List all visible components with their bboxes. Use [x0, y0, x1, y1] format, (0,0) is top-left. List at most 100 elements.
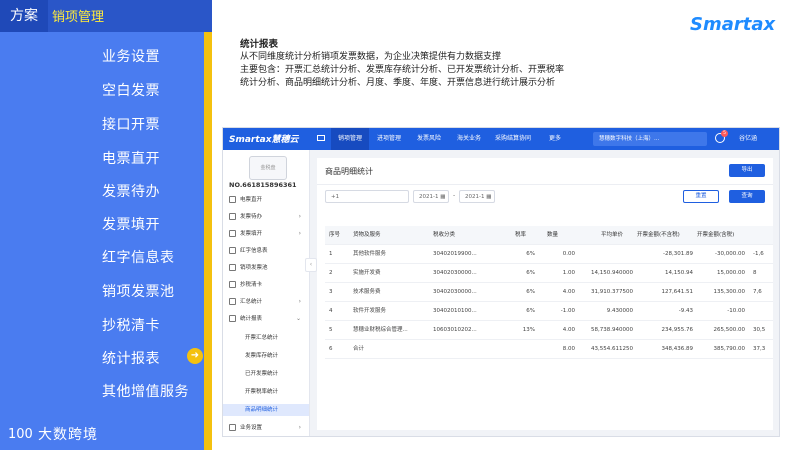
menu-item-e-invoice[interactable]: 电票直开: [102, 148, 160, 168]
chevron-down-icon: ⌄: [295, 315, 301, 322]
chevron-right-icon: ›: [298, 213, 301, 220]
smartax-logo: Smartax: [690, 14, 776, 35]
clock-icon: [229, 281, 236, 288]
table-cell: 1.00: [562, 270, 575, 276]
table-header: 数量: [547, 232, 559, 238]
table-cell: -30,000.00: [715, 251, 745, 257]
table-cell: -9.43: [678, 308, 693, 314]
description-line: 主要包含：开票汇总统计分析、发票库存统计分析、已开发票统计分析、开票税率: [240, 65, 565, 75]
nav-risk[interactable]: 发票风险: [417, 128, 441, 150]
table-cell: 135,300.00: [713, 289, 746, 295]
menu-item-output-pool[interactable]: 销项发票池: [102, 281, 175, 301]
nav-purchase[interactable]: 采购结算协同: [495, 128, 531, 150]
side-item-label: 红字信息表: [240, 248, 268, 254]
sub-item-invoice-summary[interactable]: 开票汇总统计: [245, 332, 307, 344]
side-item-e-invoice[interactable]: 电票直开: [229, 194, 307, 206]
table-header-row: 序号 货物及服务 税收分类 税率 数量 平均单价 开票金额(不含税) 开票金额(…: [325, 226, 773, 245]
table-cell: 30402010100...: [433, 308, 477, 314]
sub-item-product-detail[interactable]: 商品明细统计: [223, 404, 309, 416]
collapse-sidebar-button[interactable]: ‹: [305, 258, 317, 272]
export-button[interactable]: 导出: [729, 164, 765, 177]
side-item-red-info[interactable]: 红字信息表: [229, 245, 307, 257]
side-item-pool[interactable]: 销项发票池: [229, 262, 307, 274]
nav-more[interactable]: 更多: [549, 128, 561, 150]
description: 统计报表 从不同维度统计分析销项发票数据，为企业决策提供有力数据支撑 主要包含：…: [240, 38, 660, 90]
menu-item-blank-invoice[interactable]: 空白发票: [102, 80, 160, 100]
description-title: 统计报表: [240, 39, 279, 50]
table-cell: 43,554.611250: [591, 346, 633, 352]
chevron-right-icon: ›: [298, 298, 301, 305]
arrow-right-icon: ➜: [187, 348, 203, 364]
table-cell: 慧穗业财税综合管理...: [353, 327, 408, 333]
table-cell: -1.00: [560, 308, 575, 314]
table-cell: 30402019900...: [433, 251, 477, 257]
table-header: 平均单价: [601, 232, 624, 238]
sub-item-inventory[interactable]: 发票库存统计: [245, 350, 307, 362]
table-cell: 8.00: [562, 346, 575, 352]
company-selector[interactable]: 慧穗数字科技（上海）...: [593, 132, 707, 146]
reset-button[interactable]: 重置: [683, 190, 719, 203]
svg-text:100: 100: [8, 427, 33, 442]
date-end-input[interactable]: 2021-1 ▦: [459, 190, 495, 203]
side-item-todo[interactable]: 发票待办 ›: [229, 211, 307, 223]
menu-item-statistics[interactable]: 统计报表: [102, 348, 160, 368]
side-item-fill[interactable]: 发票填开 ›: [229, 228, 307, 240]
table-cell: 31,910.377500: [591, 289, 633, 295]
table-header: 货物及服务: [353, 232, 381, 238]
table-cell: 5: [329, 327, 333, 333]
table-cell: 15,000.00: [717, 270, 745, 276]
side-item-tax-copy[interactable]: 抄税清卡: [229, 279, 307, 291]
table-cell: 6%: [526, 289, 535, 295]
calendar-icon: ▦: [440, 194, 446, 200]
description-line: 统计分析、商品明细统计分析、月度、季度、年度、开票信息进行统计展示分析: [240, 78, 556, 88]
table-cell: 4.00: [562, 327, 575, 333]
brand-name: 大数跨境: [38, 427, 98, 443]
tag-scheme: 方案: [0, 0, 48, 32]
edit-icon: [229, 230, 236, 237]
filter-input[interactable]: +1: [325, 190, 409, 203]
table-cell: -1,6: [753, 251, 764, 257]
sub-item-issued[interactable]: 已开发票统计: [245, 368, 307, 380]
table-row: 6 合计 8.00 43,554.611250 348,436.89 385,790.00…: [325, 340, 773, 359]
table-row: 3 技术服务费 30402030000... 6% 4.00 31,910.377500 1…: [325, 283, 773, 302]
menu-item-tax-copy[interactable]: 抄税清卡: [102, 315, 160, 335]
table-row: 5 慧穗业财税综合管理... 10603010202... 13% 4.00 58,738…: [325, 321, 773, 340]
monitor-icon[interactable]: [317, 135, 325, 142]
menu-item-invoice-todo[interactable]: 发票待办: [102, 181, 160, 201]
menu-item-business-settings[interactable]: 业务设置: [102, 46, 160, 66]
side-item-label: 统计报表: [240, 316, 263, 322]
menu-item-other-services[interactable]: 其他增值服务: [102, 381, 189, 401]
table-cell: 2: [329, 270, 333, 276]
menu-item-red-info[interactable]: 红字信息表: [102, 247, 175, 267]
table-cell: 37,3: [753, 346, 766, 352]
table-cell: 8: [753, 270, 757, 276]
sub-item-tax-rate[interactable]: 开票税率统计: [245, 386, 307, 398]
nav-output[interactable]: 销项管理: [331, 128, 369, 150]
table-cell: 30402030000...: [433, 289, 477, 295]
table-cell: 4.00: [562, 289, 575, 295]
chart-icon: [229, 298, 236, 305]
nav-input[interactable]: 进项管理: [377, 128, 401, 150]
app-screenshot: Smartax慧穗云 销项管理 进项管理 发票风险 海关业务 采购结算协同 更多…: [222, 127, 780, 437]
side-item-settings[interactable]: 业务设置 ›: [229, 422, 307, 434]
side-item-summary[interactable]: 汇总统计 ›: [229, 296, 307, 308]
table-cell: 265,500.00: [713, 327, 746, 333]
tax-number[interactable]: NO.661815896361: [229, 181, 297, 189]
date-start-input[interactable]: 2021-1 ▦: [413, 190, 449, 203]
menu-item-api-invoicing[interactable]: 接口开票: [102, 114, 160, 134]
chevron-right-icon: ›: [298, 424, 301, 431]
side-item-statistics[interactable]: 统计报表 ⌄: [229, 313, 307, 325]
chart-icon: [229, 315, 236, 322]
table-cell: 0.00: [562, 251, 575, 257]
table-cell: 10603010202...: [433, 327, 477, 333]
query-button[interactable]: 查询: [729, 190, 765, 203]
table-cell: 4: [329, 308, 333, 314]
document-icon: [229, 247, 236, 254]
tag-section: 销项管理: [52, 10, 105, 25]
folder-icon: [229, 264, 236, 271]
table-cell: 9.430000: [606, 308, 633, 314]
table-row: 4 软件开发服务 30402010100... 6% -1.00 9.430000 -9.4…: [325, 302, 773, 321]
user-name[interactable]: 谷亿涵: [739, 128, 757, 150]
menu-item-invoice-fill[interactable]: 发票填开: [102, 214, 160, 234]
nav-customs[interactable]: 海关业务: [457, 128, 481, 150]
